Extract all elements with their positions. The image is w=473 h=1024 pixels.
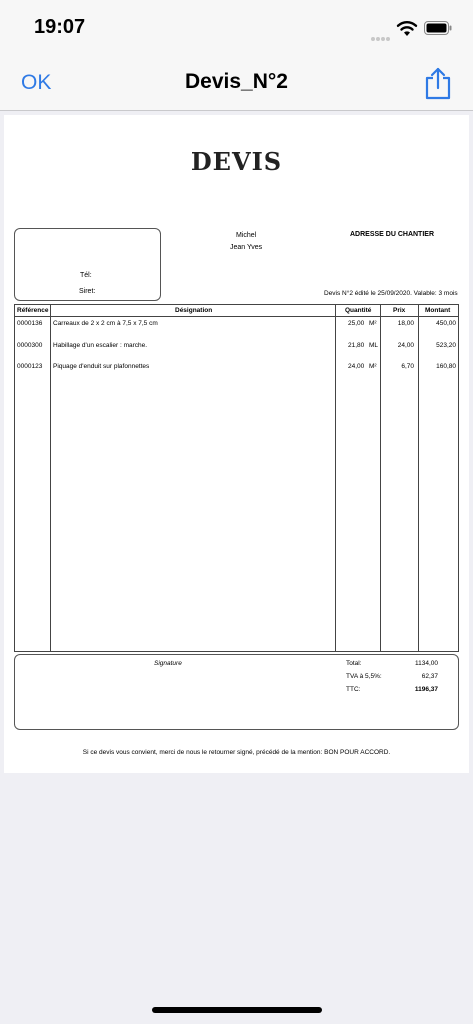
header-amount: Montant [425, 307, 451, 314]
row-reference: 0000123 [17, 363, 43, 370]
ttc-value: 1196,37 [414, 686, 438, 693]
table-header-divider [15, 316, 458, 317]
home-indicator[interactable] [152, 1007, 322, 1013]
row-designation: Habillage d'un escalier : marche. [53, 342, 148, 349]
column-divider [50, 305, 51, 651]
wifi-icon [396, 21, 418, 36]
row-quantity: 25,00 [348, 320, 365, 327]
site-address-label: ADRESSE DU CHANTIER [350, 231, 435, 238]
status-time: 19:07 [34, 16, 86, 38]
row-quantity: 21,80 [348, 342, 365, 349]
header-quantity: Quantité [345, 307, 372, 314]
total-label: Total: [346, 660, 362, 667]
items-table: Référence Désignation Quantité Prix Mont… [14, 304, 459, 652]
row-designation: Carreaux de 2 x 2 cm à 7,5 x 7,5 cm [53, 320, 158, 327]
row-reference: 0000300 [17, 342, 43, 349]
row-reference: 0000136 [17, 320, 43, 327]
sender-line-1: Michel [236, 232, 257, 239]
row-price: 24,00 [397, 342, 414, 349]
tva-label: TVA à 5,5%: [346, 673, 382, 680]
row-price: 6,70 [401, 363, 414, 370]
row-designation: Piquage d'enduit sur plafonnettes [53, 363, 150, 370]
header-reference: Référence [17, 307, 49, 314]
navigation-bar: OK Devis_N°2 [0, 58, 473, 111]
ttc-label: TTC: [346, 686, 361, 693]
page-title: Devis_N°2 [185, 70, 288, 93]
column-divider [335, 305, 336, 651]
footer-note: Si ce devis vous convient, merci de nous… [82, 749, 391, 756]
row-unit: M² [369, 320, 377, 327]
row-unit: ML [369, 342, 379, 349]
column-divider [380, 305, 381, 651]
row-amount: 160,80 [436, 363, 456, 370]
cellular-signal-icon [371, 28, 391, 46]
total-value: 1134,00 [414, 660, 438, 667]
share-icon[interactable] [424, 66, 452, 100]
signature-label: Signature [154, 660, 182, 667]
quote-document[interactable]: DEVIS Tél: Siret: Michel Jean Yves ADRES… [4, 115, 469, 773]
row-amount: 523,20 [436, 342, 456, 349]
tva-value: 62,37 [421, 673, 438, 680]
row-amount: 450,00 [436, 320, 456, 327]
column-divider [418, 305, 419, 651]
row-quantity: 24,00 [348, 363, 365, 370]
sender-line-2: Jean Yves [230, 244, 263, 251]
document-title: DEVIS [190, 147, 283, 176]
row-unit: M² [369, 363, 377, 370]
quote-info: Devis N°2 édité le 25/09/2020. Valable: … [324, 290, 458, 297]
header-designation: Désignation [175, 307, 213, 314]
client-tel-label: Tél: [80, 272, 92, 279]
totals-box: Signature Total: 1134,00 TVA à 5,5%: 62,… [14, 654, 459, 730]
battery-icon [424, 21, 452, 35]
row-price: 18,00 [397, 320, 414, 327]
client-siret-label: Siret: [79, 288, 96, 295]
header-price: Prix [393, 307, 406, 314]
status-bar: 19:07 [0, 0, 473, 58]
